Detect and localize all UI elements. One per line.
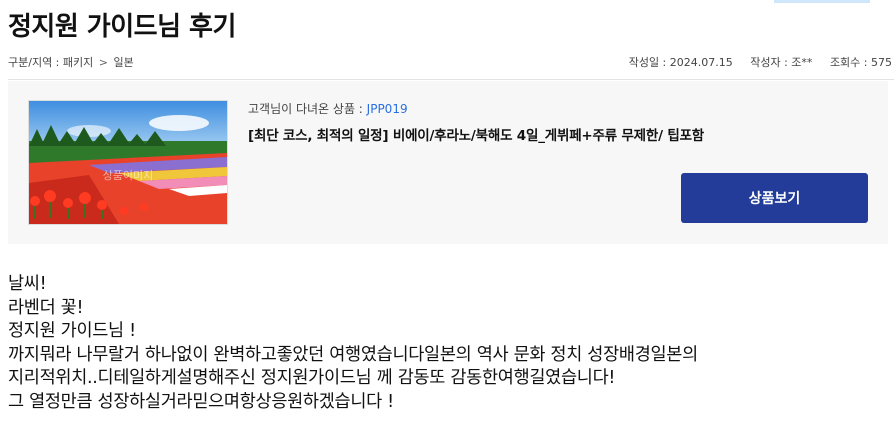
meta-row: 구분/지역 : 패키지 > 일본 작성일 : 2024.07.15 작성자 : …: [8, 54, 892, 70]
divider: [8, 79, 894, 80]
breadcrumb: 구분/지역 : 패키지 > 일본: [8, 54, 134, 70]
review-line: 라벤더 꽃!: [8, 297, 84, 318]
product-code: JPP019: [366, 102, 408, 116]
product-code-label: 고객님이 다녀온 상품 :: [248, 102, 367, 116]
product-name[interactable]: [최단 코스, 최적의 일정] 비에이/후라노/북해도 4일_게뷔페+주류 무제…: [248, 124, 704, 144]
top-accent-bar: [774, 0, 870, 3]
breadcrumb-category: 구분/지역 : 패키지: [8, 56, 94, 69]
post-author: 작성자 : 조**: [750, 56, 813, 69]
image-watermark: 상품이미지: [103, 169, 154, 182]
review-line: 정지원 가이드님 !: [8, 321, 136, 341]
page-title: 정지원 가이드님 후기: [8, 12, 236, 42]
product-code-line: 고객님이 다녀온 상품 : JPP019: [248, 100, 408, 117]
review-line: 그 열정만큼 성장하실거라믿으며항상응원하겠습니다 !: [8, 391, 394, 412]
breadcrumb-region: 일본: [113, 56, 134, 69]
post-meta: 작성일 : 2024.07.15 작성자 : 조** 조회수 : 575: [615, 54, 892, 70]
post-date: 작성일 : 2024.07.15: [628, 56, 733, 69]
review-line: 지리적위치..디테일하게설명해주신 정지원가이드님 께 감동또 감동한여행길였습…: [8, 368, 616, 388]
view-product-button[interactable]: 상품보기: [681, 173, 868, 223]
product-image[interactable]: 상품이미지: [28, 100, 228, 225]
review-content: 날씨! 라벤더 꽃! 정지원 가이드님 ! 까지뭐라 나무랄거 하나없이 완벽하…: [8, 273, 890, 414]
post-views: 조회수 : 575: [829, 56, 892, 69]
breadcrumb-separator: >: [98, 56, 108, 69]
review-line: 날씨!: [8, 274, 47, 294]
review-line: 까지뭐라 나무랄거 하나없이 완벽하고좋았던 여행였습니다일본의 역사 문화 정…: [8, 344, 698, 365]
product-card: 상품이미지 고객님이 다녀온 상품 : JPP019 [최단 코스, 최적의 일…: [8, 81, 888, 244]
